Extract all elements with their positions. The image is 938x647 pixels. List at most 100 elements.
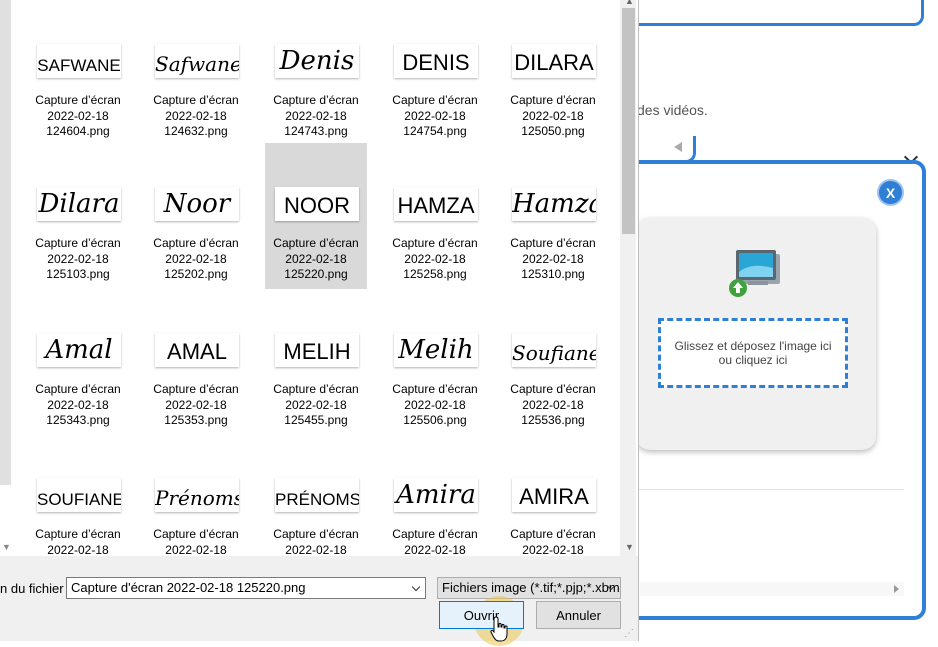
- file-name-line3: 125536.png: [521, 413, 585, 427]
- file-name-line2: 2022-02-18: [47, 397, 109, 412]
- scroll-right-icon[interactable]: [894, 585, 899, 593]
- file-thumbnail: HAMZA: [394, 187, 478, 221]
- thumbnail-text: NOOR: [284, 193, 350, 218]
- file-thumbnail: AMIRA: [512, 478, 596, 512]
- file-thumbnail: Denis: [275, 44, 359, 78]
- file-name-line2: 2022-02-18: [522, 397, 584, 412]
- image-drop-zone[interactable]: Glissez et déposez l'image ici ou clique…: [658, 318, 848, 388]
- file-name: Capture d’écran 2022-02-18 125258.png: [384, 236, 486, 283]
- thumbnail-text: SOUFIANE: [37, 490, 121, 509]
- file-item[interactable]: SAFWANE Capture d’écran 2022-02-18 124604.p…: [27, 0, 129, 146]
- file-name-line1: Capture d’écran: [35, 93, 121, 107]
- file-name-line3: 125258.png: [403, 267, 467, 281]
- file-name: Capture d’écran 2022-02-18 125310.png: [502, 236, 604, 283]
- file-item[interactable]: DENIS Capture d’écran 2022-02-18 124754.png: [384, 0, 486, 146]
- file-item[interactable]: NOOR Capture d’écran 2022-02-18 125220.png: [265, 143, 367, 289]
- file-item[interactable]: Hamza Capture d’écran 2022-02-18 125310.png: [502, 143, 604, 289]
- file-name-line2: 2022-02-18: [522, 108, 584, 123]
- speaker-icon[interactable]: [674, 142, 682, 152]
- file-name: Capture d’écran 2022-02-18 125353.png: [145, 382, 247, 429]
- scroll-down-icon[interactable]: ▼: [2, 542, 11, 552]
- horizontal-scrollbar[interactable]: [640, 582, 904, 596]
- thumbnail-text: Denis: [279, 46, 355, 76]
- file-item[interactable]: Safwane Capture d’écran 2022-02-18 124632.p…: [145, 0, 247, 146]
- file-name: Capture d’écran 2022-02-18 125220.png: [265, 236, 367, 283]
- file-name: Capture d’écran 2022-02-18 124632.png: [145, 93, 247, 140]
- file-thumbnail: SAFWANE: [37, 44, 121, 78]
- file-name-line2: 2022-02-18: [47, 108, 109, 123]
- thumbnail-text: SAFWANE: [37, 56, 121, 75]
- file-item[interactable]: Amal Capture d’écran 2022-02-18 125343.png: [27, 289, 129, 435]
- background-top-panel: [600, 0, 924, 26]
- file-name-line1: Capture d’écran: [35, 382, 121, 396]
- file-item[interactable]: Amira Capture d’écran 2022-02-18: [384, 434, 486, 556]
- file-name: Capture d’écran 2022-02-18 124754.png: [384, 93, 486, 140]
- file-name-line1: Capture d’écran: [35, 527, 121, 541]
- file-item[interactable]: Prénoms Capture d’écran 2022-02-18: [145, 434, 247, 556]
- file-item[interactable]: PRÉNOMS Capture d’écran 2022-02-18: [265, 434, 367, 556]
- file-item[interactable]: Noor Capture d’écran 2022-02-18 125202.png: [145, 143, 247, 289]
- file-thumbnail: Prénoms: [155, 478, 239, 512]
- file-name: Capture d’écran 2022-02-18 125506.png: [384, 382, 486, 429]
- file-list: SAFWANE Capture d’écran 2022-02-18 124604.p…: [11, 0, 620, 556]
- file-name-line3: 125220.png: [284, 267, 348, 281]
- filename-label: n du fichier :: [0, 581, 71, 596]
- file-item[interactable]: HAMZA Capture d’écran 2022-02-18 125258.png: [384, 143, 486, 289]
- hand-cursor-icon: [490, 616, 512, 647]
- file-name-line3: 125343.png: [46, 413, 110, 427]
- thumbnail-text: AMIRA: [519, 484, 589, 509]
- file-name: Capture d’écran 2022-02-18 125103.png: [27, 236, 129, 283]
- thumbnail-text: Dilara: [38, 189, 120, 219]
- thumbnail-text: Noor: [163, 189, 231, 219]
- file-name: Capture d’écran 2022-02-18 125343.png: [27, 382, 129, 429]
- resize-grip[interactable]: ⋰: [624, 628, 634, 639]
- file-item[interactable]: Soufiane Capture d’écran 2022-02-18 125536.…: [502, 289, 604, 435]
- file-name-line3: 124604.png: [46, 124, 110, 138]
- file-name-line2: 2022-02-18: [47, 542, 109, 557]
- file-name-line1: Capture d’écran: [392, 93, 478, 107]
- file-name-line2: 2022-02-18: [165, 108, 227, 123]
- divider: [638, 489, 904, 490]
- close-modal-button[interactable]: X: [877, 179, 904, 206]
- file-name-line1: Capture d’écran: [510, 382, 596, 396]
- file-item[interactable]: SOUFIANE Capture d’écran 2022-02-18: [27, 434, 129, 556]
- file-name: Capture d’écran 2022-02-18: [27, 527, 129, 556]
- file-name-line2: 2022-02-18: [165, 251, 227, 266]
- file-name-line3: 125353.png: [164, 413, 228, 427]
- file-name-line2: 2022-02-18: [47, 251, 109, 266]
- file-thumbnail: Hamza: [512, 187, 596, 221]
- scroll-up-icon[interactable]: ▲: [625, 0, 634, 6]
- scrollbar-thumb[interactable]: [622, 8, 635, 234]
- file-thumbnail: Amal: [37, 333, 121, 367]
- thumbnail-text: Amira: [396, 480, 476, 510]
- file-item[interactable]: AMAL Capture d’écran 2022-02-18 125353.png: [145, 289, 247, 435]
- file-name-line1: Capture d’écran: [392, 527, 478, 541]
- file-item[interactable]: Denis Capture d’écran 2022-02-18 124743.png: [265, 0, 367, 146]
- file-open-dialog: SAFWANE Capture d’écran 2022-02-18 124604.p…: [0, 0, 639, 646]
- filename-input[interactable]: Capture d'écran 2022-02-18 125220.png: [66, 577, 426, 599]
- file-item[interactable]: AMIRA Capture d’écran 2022-02-18: [502, 434, 604, 556]
- file-item[interactable]: Dilara Capture d’écran 2022-02-18 125103.pn…: [27, 143, 129, 289]
- file-name: Capture d’écran 2022-02-18 125455.png: [265, 382, 367, 429]
- file-thumbnail: MELIH: [275, 333, 359, 367]
- file-name-line1: Capture d’écran: [510, 93, 596, 107]
- cancel-button[interactable]: Annuler: [536, 601, 621, 629]
- scroll-down-icon[interactable]: ▼: [625, 542, 634, 552]
- file-name-line2: 2022-02-18: [285, 397, 347, 412]
- file-item[interactable]: Melih Capture d’écran 2022-02-18 125506.png: [384, 289, 486, 435]
- filetype-select[interactable]: Fichiers image (*.tif;*.pjp;*.xbm;*: [437, 577, 621, 599]
- file-thumbnail: AMAL: [155, 333, 239, 367]
- file-name: Capture d’écran 2022-02-18: [384, 527, 486, 556]
- file-name-line1: Capture d’écran: [510, 527, 596, 541]
- file-thumbnail: NOOR: [275, 187, 359, 221]
- file-name-line1: Capture d’écran: [510, 236, 596, 250]
- file-name-line3: 124743.png: [284, 124, 348, 138]
- file-thumbnail: Safwane: [155, 44, 239, 78]
- thumbnail-text: HAMZA: [397, 193, 475, 218]
- file-name-line3: 125050.png: [521, 124, 585, 138]
- file-name-line3: 124754.png: [403, 124, 467, 138]
- thumbnail-text: Hamza: [512, 189, 596, 219]
- thumbnail-text: DILARA: [514, 50, 594, 75]
- file-item[interactable]: MELIH Capture d’écran 2022-02-18 125455.png: [265, 289, 367, 435]
- file-item[interactable]: DILARA Capture d’écran 2022-02-18 125050.pn…: [502, 0, 604, 146]
